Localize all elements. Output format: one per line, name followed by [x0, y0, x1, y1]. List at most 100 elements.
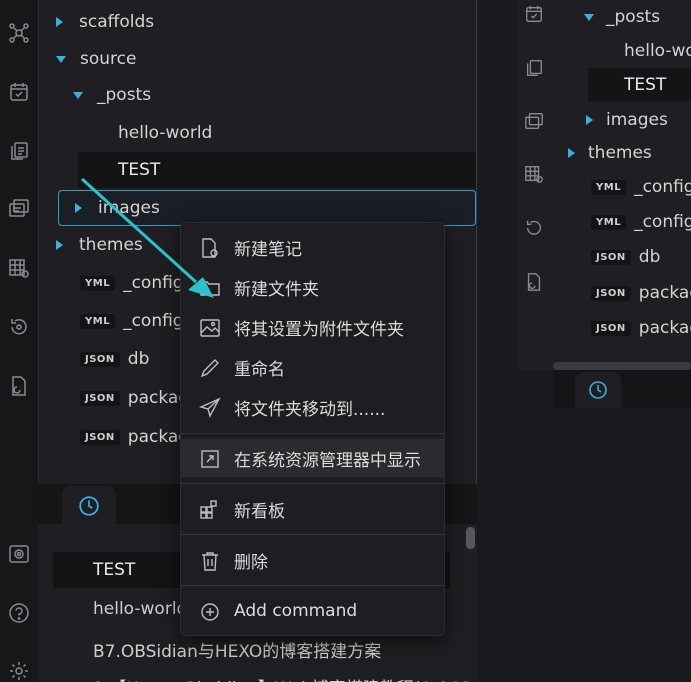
pencil-icon	[200, 359, 219, 378]
menu-item-new-folder[interactable]: 新建文件夹	[181, 268, 444, 306]
send-icon	[199, 397, 221, 418]
image-folder-icon	[200, 319, 220, 337]
menu-item-set-attachment-folder[interactable]: 将其设置为附件文件夹	[181, 308, 444, 346]
menu-item-label: 删除	[234, 552, 268, 573]
tree-item-test[interactable]: TEST	[118, 155, 160, 185]
settings-icon[interactable]	[8, 660, 30, 682]
menu-item-label: Add command	[234, 601, 358, 621]
tree-item-label: _config	[634, 177, 691, 197]
menu-item-add-command[interactable]: Add command	[181, 592, 444, 630]
tree-item-label: _posts	[97, 85, 152, 105]
folder-context-menu: 新建笔记 新建文件夹 将其设置为附件文件夹 重命名 将文件夹移动到...... …	[180, 222, 445, 636]
tree-item-images[interactable]: images	[75, 193, 160, 223]
menu-item-move-folder[interactable]: 将文件夹移动到......	[181, 388, 444, 426]
tree-item-label: hello-world	[118, 123, 213, 143]
tree-item-themes[interactable]: themes	[56, 230, 143, 260]
file-type-badge: JSON	[80, 351, 120, 367]
slides-icon[interactable]	[8, 197, 30, 219]
menu-item-delete[interactable]: 删除	[181, 541, 444, 579]
tab-recent-files[interactable]	[62, 486, 116, 526]
tree-item-db[interactable]: JSON db	[591, 242, 660, 272]
menu-item-rename[interactable]: 重命名	[181, 348, 444, 386]
tree-item-posts[interactable]: _posts	[73, 80, 151, 110]
tree-item-package-lock[interactable]: JSON packag	[80, 422, 189, 452]
folder-icon	[200, 281, 220, 296]
file-script-icon[interactable]	[8, 375, 30, 397]
chevron-right-icon[interactable]	[56, 240, 63, 250]
tree-item-package[interactable]: JSON packag	[80, 383, 189, 413]
tree-item-hello-world[interactable]: hello-world	[118, 118, 212, 148]
chevron-right-icon[interactable]	[568, 148, 575, 158]
chevron-right-icon[interactable]	[56, 17, 63, 27]
tree-item-test[interactable]: TEST	[624, 70, 666, 100]
file-type-badge: JSON	[80, 390, 120, 406]
recent-file-item[interactable]: B7.OBSidian与HEXO的博客搭建方案	[93, 637, 381, 662]
tree-item-config-2[interactable]: YML _config.l	[591, 207, 691, 237]
menu-item-new-note[interactable]: 新建笔记	[181, 228, 444, 266]
copy-pages-icon[interactable]	[8, 140, 30, 162]
right-tab-bar	[553, 370, 691, 408]
chevron-right-icon[interactable]	[586, 115, 593, 125]
recent-file-item[interactable]: 1.【Hexo+Obsidian】Web博客搭建教程(A-046	[93, 674, 470, 682]
menu-item-new-kanban[interactable]: 新看板	[181, 490, 444, 528]
menu-separator	[181, 534, 444, 535]
tree-item-images[interactable]: images	[586, 105, 668, 135]
trash-icon	[202, 552, 218, 571]
menu-item-label: 新看板	[234, 501, 285, 522]
tree-item-config-2[interactable]: YML _config	[80, 306, 184, 336]
menu-item-label: 新建笔记	[234, 239, 302, 260]
clock-icon	[589, 381, 607, 399]
tree-item-themes[interactable]: themes	[568, 138, 652, 168]
calendar-check-icon[interactable]	[524, 4, 544, 24]
menu-item-label: 将其设置为附件文件夹	[234, 319, 404, 340]
menu-item-label: 重命名	[234, 359, 285, 380]
graph-view-icon[interactable]	[8, 22, 30, 44]
left-ribbon	[0, 0, 38, 682]
vertical-scrollbar[interactable]	[466, 527, 475, 549]
menu-item-show-in-explorer[interactable]: 在系统资源管理器中显示	[181, 439, 444, 477]
horizontal-scrollbar[interactable]	[553, 362, 691, 370]
recent-file-item[interactable]: TEST	[93, 560, 135, 580]
table-settings-icon[interactable]	[524, 164, 544, 184]
tree-item-label: themes	[588, 143, 652, 163]
chevron-down-icon[interactable]	[73, 91, 83, 99]
tree-item-posts[interactable]: _posts	[584, 2, 660, 32]
history-icon[interactable]	[524, 218, 544, 238]
tree-item-config[interactable]: YML _config	[80, 268, 184, 298]
tree-item-label: images	[98, 198, 160, 218]
tree-item-package-lock[interactable]: JSON package	[591, 313, 691, 343]
tree-item-package[interactable]: JSON package	[591, 278, 691, 308]
menu-item-label: 新建文件夹	[234, 279, 319, 300]
file-script-icon[interactable]	[524, 272, 544, 292]
help-icon[interactable]	[8, 602, 30, 624]
chevron-down-icon[interactable]	[56, 55, 66, 63]
menu-separator	[181, 433, 444, 434]
tree-item-label: package	[638, 283, 691, 303]
tree-item-label: _config.l	[634, 212, 691, 232]
slides-icon[interactable]	[524, 111, 544, 131]
recent-file-item[interactable]: hello-world	[93, 599, 187, 619]
tree-item-scaffolds[interactable]: scaffolds	[56, 7, 154, 37]
tab-recent-files[interactable]	[575, 372, 621, 408]
table-settings-icon[interactable]	[8, 257, 30, 279]
file-type-badge: YML	[591, 214, 627, 230]
menu-item-label: 在系统资源管理器中显示	[234, 450, 421, 471]
file-type-badge: YML	[80, 275, 116, 291]
tree-item-label: source	[80, 49, 137, 69]
tree-item-db[interactable]: JSON db	[80, 344, 149, 374]
chevron-down-icon[interactable]	[584, 13, 594, 21]
calendar-check-icon[interactable]	[8, 81, 30, 103]
vault-icon[interactable]	[8, 543, 30, 565]
external-link-icon	[201, 450, 219, 468]
tree-item-source[interactable]: source	[56, 44, 136, 74]
tree-item-config[interactable]: YML _config	[591, 172, 691, 202]
file-type-badge: JSON	[591, 285, 631, 301]
copy-pages-icon[interactable]	[524, 58, 544, 78]
tree-item-label: db	[127, 349, 150, 369]
chevron-right-icon[interactable]	[75, 203, 82, 213]
history-icon[interactable]	[8, 316, 30, 338]
tree-item-hello-world[interactable]: hello-wo	[624, 36, 691, 66]
file-type-badge: YML	[80, 313, 116, 329]
tree-item-label: package	[638, 318, 691, 338]
tree-item-label: hello-wo	[624, 41, 691, 61]
